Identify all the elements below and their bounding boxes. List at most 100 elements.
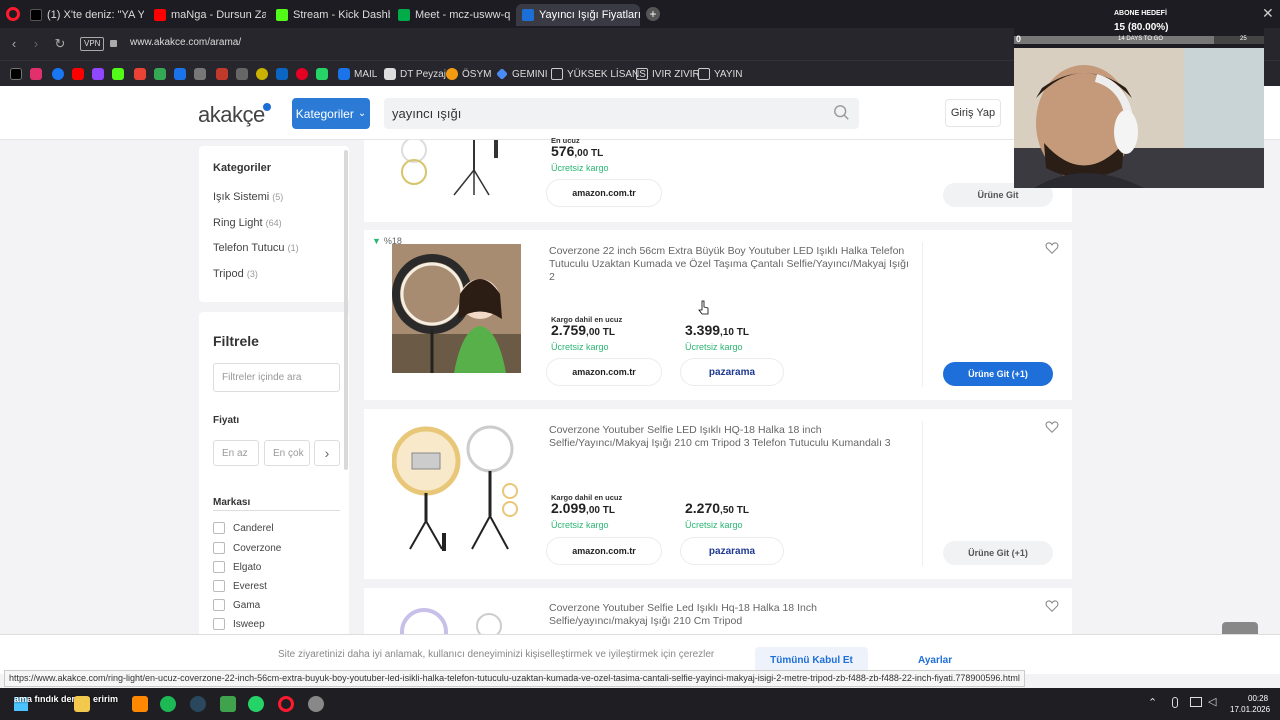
file-explorer-icon[interactable] xyxy=(74,696,90,712)
category-isik-sistemi[interactable]: Işık Sistemi (5) xyxy=(213,191,283,203)
spotify-icon[interactable] xyxy=(160,696,176,712)
volume-icon[interactable]: ◁ xyxy=(1208,695,1216,708)
brand-divider xyxy=(213,510,340,511)
price: 2.759,00 TL xyxy=(551,322,615,338)
back-icon[interactable]: ‹ xyxy=(6,36,22,52)
url-field[interactable]: www.akakce.com/arama/ xyxy=(130,37,241,48)
bookmark-mail[interactable]: MAIL xyxy=(338,67,377,81)
search-icon[interactable] xyxy=(833,104,851,122)
product-title[interactable]: Coverzone 22 inch 56cm Extra Büyük Boy Y… xyxy=(549,245,909,284)
checkbox[interactable] xyxy=(213,542,225,554)
bookmark-yellow-icon[interactable] xyxy=(256,67,268,81)
filter-search-input[interactable]: Filtreler içinde ara xyxy=(213,363,340,392)
seller-amazon[interactable]: amazon.com.tr xyxy=(546,537,662,565)
tab-youtube[interactable]: maNga - Dursun Zam xyxy=(148,4,266,26)
clock-time[interactable]: 00:28 xyxy=(1248,694,1268,703)
cookie-banner: Site ziyaretinizi daha iyi anlamak, kull… xyxy=(0,634,1280,674)
product-title[interactable]: Coverzone Youtuber Selfie LED Işıklı HQ-… xyxy=(549,424,909,450)
bookmark-maps-icon[interactable] xyxy=(154,67,166,81)
go-to-product-button[interactable]: Ürüne Git (+1) xyxy=(943,362,1053,386)
price-submit-button[interactable]: › xyxy=(314,440,340,466)
bookmark-pinterest-icon[interactable] xyxy=(296,67,308,81)
steam-icon[interactable] xyxy=(190,696,206,712)
bookmark-twitch-icon[interactable] xyxy=(92,67,104,81)
tray-chevron-icon[interactable]: ⌃ xyxy=(1148,696,1157,709)
category-ring-light[interactable]: Ring Light (64) xyxy=(213,217,282,229)
bookmark-linkedin-icon[interactable] xyxy=(276,67,288,81)
tab-meet[interactable]: Meet - mcz-usww-qzj xyxy=(392,4,510,26)
brand-isweep[interactable]: Isweep xyxy=(213,618,265,630)
forward-icon[interactable]: › xyxy=(28,36,44,52)
bookmark-gemini[interactable]: GEMINI xyxy=(496,67,548,81)
bookmark-kick-icon[interactable] xyxy=(112,67,124,81)
bookmark-yuksek-lisans[interactable]: YÜKSEK LİSANS xyxy=(551,67,646,81)
clock-date[interactable]: 17.01.2026 xyxy=(1230,705,1270,714)
brand-gama[interactable]: Gama xyxy=(213,599,260,611)
bookmark-osym[interactable]: ÖSYM xyxy=(446,67,491,81)
seller-amazon[interactable]: amazon.com.tr xyxy=(546,358,662,386)
bookmark-yayin[interactable]: YAYIN xyxy=(698,67,743,81)
brand-elgato[interactable]: Elgato xyxy=(213,561,261,573)
brand-canderel[interactable]: Canderel xyxy=(213,522,274,534)
new-tab-button[interactable]: + xyxy=(646,7,660,21)
max-price-input[interactable]: En çok xyxy=(264,440,310,466)
bookmark-instagram-icon[interactable] xyxy=(30,67,42,81)
bookmark-link-icon[interactable] xyxy=(194,67,206,81)
checkbox[interactable] xyxy=(213,561,225,573)
akakce-logo[interactable]: akakçe xyxy=(198,102,273,128)
reload-icon[interactable]: ↻ xyxy=(52,36,68,52)
bookmark-gray-icon[interactable] xyxy=(236,67,248,81)
product-title[interactable]: Coverzone Youtuber Selfie Led Işıklı Hq-… xyxy=(549,602,909,628)
bookmark-youtube-icon[interactable] xyxy=(72,67,84,81)
bookmark-red-icon[interactable] xyxy=(216,67,228,81)
checkbox[interactable] xyxy=(213,618,225,630)
price-secondary: 3.399,10 TL xyxy=(685,322,749,338)
bookmark-dollar-icon[interactable] xyxy=(174,67,186,81)
seller-pazarama[interactable]: pazarama xyxy=(680,358,784,386)
price: 2.099,00 TL xyxy=(551,500,615,516)
tab-akakce[interactable]: Yayıncı Işığı Fiyatları | En U xyxy=(516,4,640,26)
categories-button[interactable]: Kategoriler ⌄ xyxy=(292,98,370,129)
bookmark-gmail-icon[interactable] xyxy=(134,67,146,81)
heart-icon[interactable] xyxy=(1045,599,1059,613)
opera-logo-icon[interactable] xyxy=(6,7,20,21)
seller-pazarama[interactable]: pazarama xyxy=(680,537,784,565)
checkbox[interactable] xyxy=(213,522,225,534)
bookmark-facebook-icon[interactable] xyxy=(52,67,64,81)
product-image[interactable] xyxy=(392,421,524,553)
brand-everest[interactable]: Everest xyxy=(213,580,267,592)
vlc-icon[interactable] xyxy=(132,696,148,712)
tab-x[interactable]: (1) X'te deniz: "YA YIN DA xyxy=(24,4,144,26)
settings-icon[interactable] xyxy=(308,696,324,712)
search-input[interactable]: yayıncı ışığı xyxy=(384,98,859,129)
seller-amazon[interactable]: amazon.com.tr xyxy=(546,179,662,207)
brand-coverzone[interactable]: Coverzone xyxy=(213,542,281,554)
mail-icon xyxy=(338,68,350,80)
stream-caption: ama fındık dersen eririm xyxy=(14,694,119,704)
sidebar-scrollbar[interactable] xyxy=(344,150,348,470)
product-image[interactable] xyxy=(394,140,524,200)
tab-kick[interactable]: Stream - Kick Dashboard xyxy=(270,4,390,26)
display-icon[interactable] xyxy=(1190,697,1202,707)
bookmark-phone-icon[interactable] xyxy=(316,67,328,81)
product-image[interactable] xyxy=(392,244,521,373)
category-tripod[interactable]: Tripod (3) xyxy=(213,268,258,280)
app-green-icon[interactable] xyxy=(220,696,236,712)
heart-icon[interactable] xyxy=(1045,241,1059,255)
whatsapp-icon[interactable] xyxy=(248,696,264,712)
heart-icon[interactable] xyxy=(1045,420,1059,434)
login-button[interactable]: Giriş Yap xyxy=(945,99,1001,127)
bookmark-dt-peyzaj[interactable]: DT Peyzaj xyxy=(384,67,446,81)
bookmark-ivir-zivir[interactable]: IVIR ZIVIR xyxy=(636,67,700,81)
checkbox[interactable] xyxy=(213,599,225,611)
cookie-settings-button[interactable]: Ayarlar xyxy=(918,655,952,666)
category-telefon-tutucu[interactable]: Telefon Tutucu (1) xyxy=(213,242,299,254)
min-price-input[interactable]: En az xyxy=(213,440,259,466)
go-to-product-button[interactable]: Ürüne Git (+1) xyxy=(943,541,1053,565)
bookmark-x-icon[interactable] xyxy=(10,67,22,81)
product-image[interactable] xyxy=(394,600,524,638)
microphone-icon[interactable] xyxy=(1172,697,1178,708)
vpn-badge[interactable]: VPN xyxy=(80,37,105,51)
checkbox[interactable] xyxy=(213,580,225,592)
opera-icon[interactable] xyxy=(278,696,294,712)
